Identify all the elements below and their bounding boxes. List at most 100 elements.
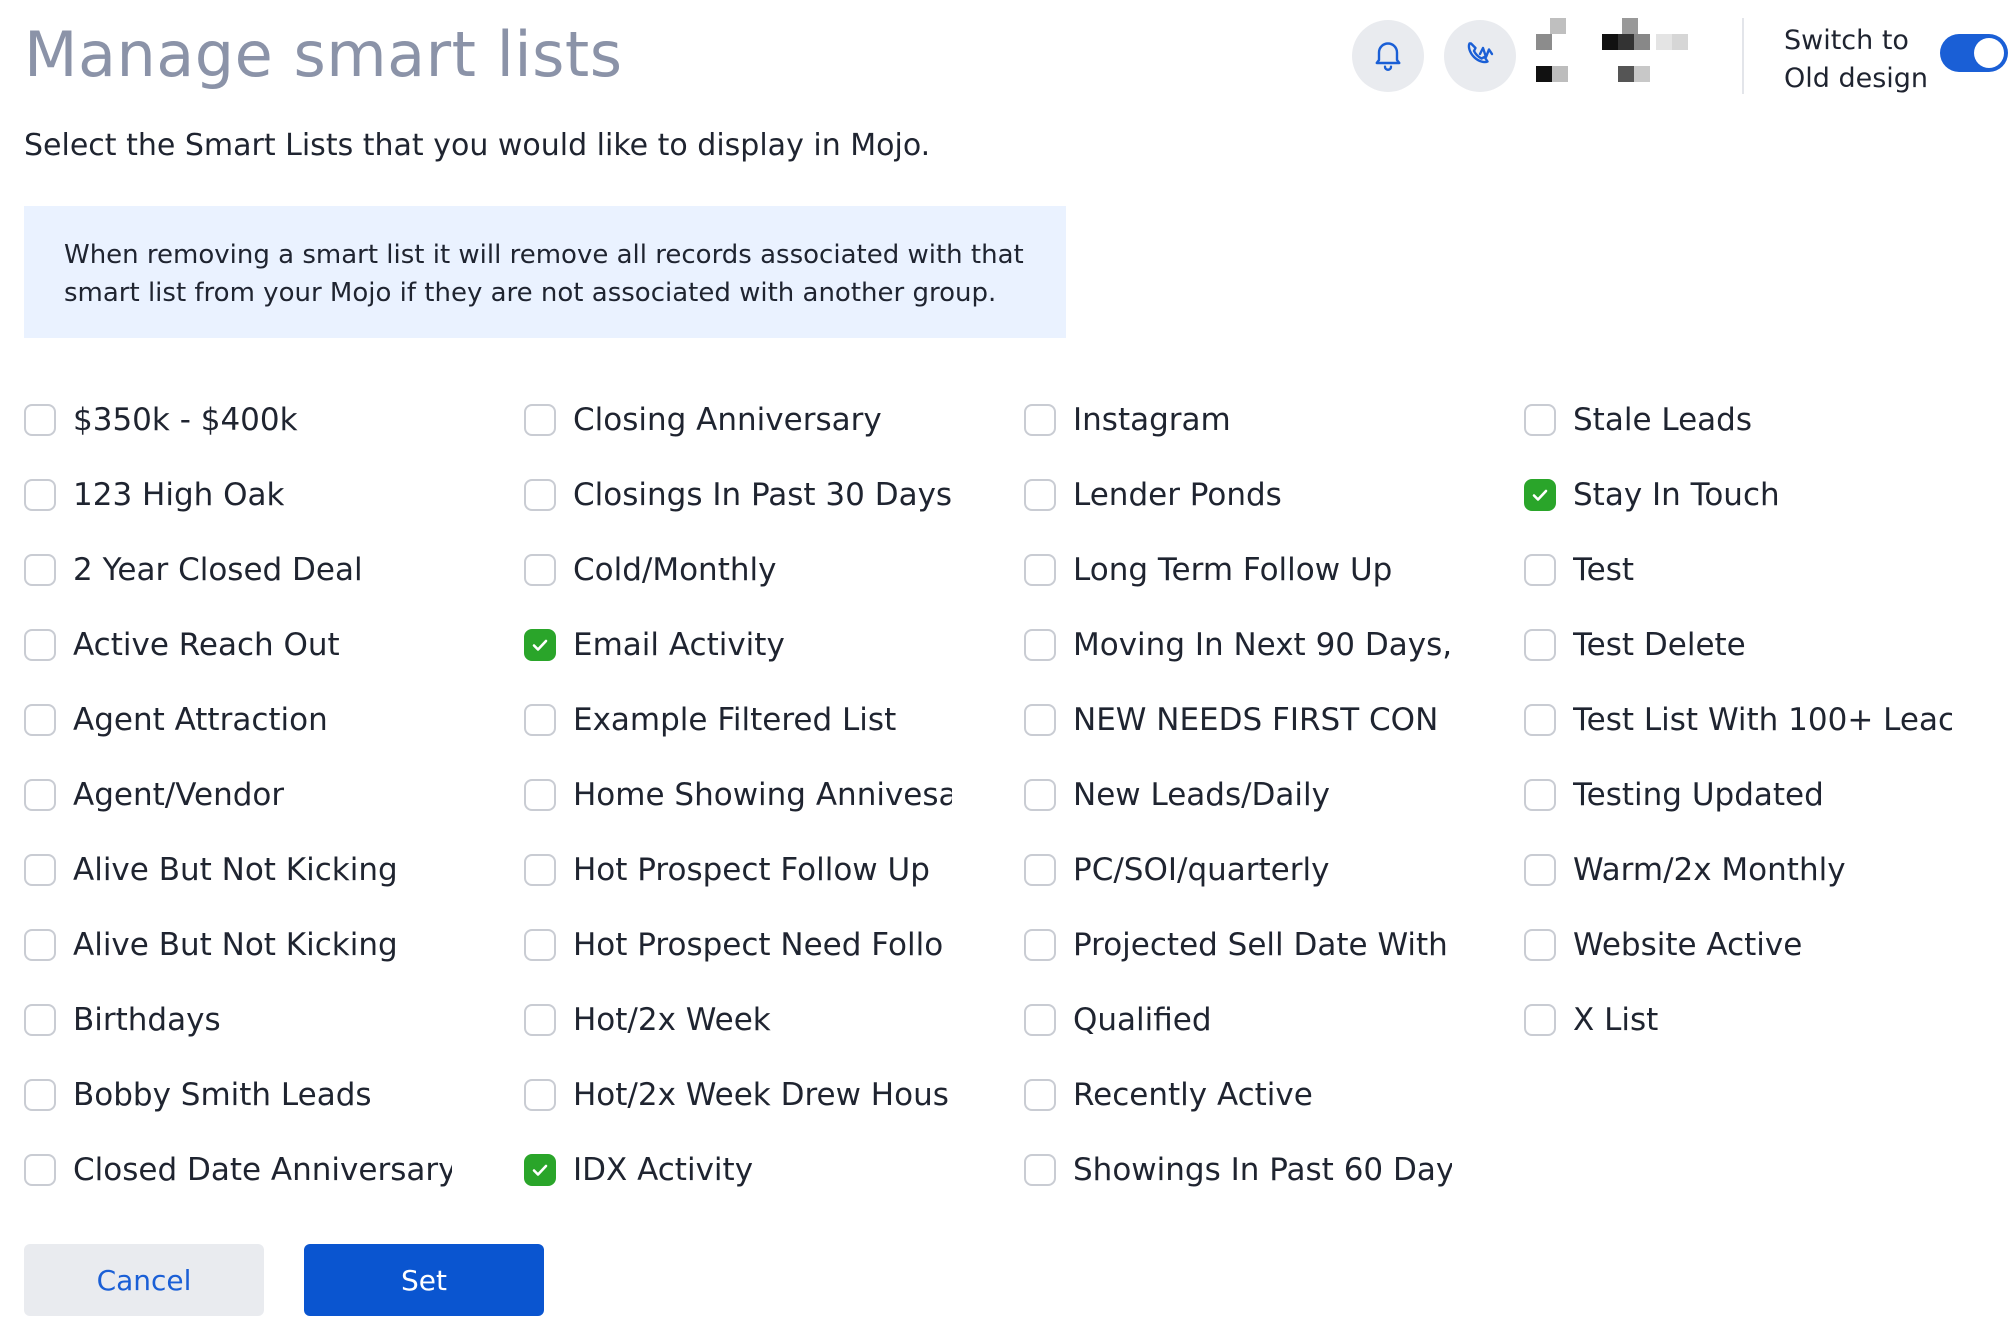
smart-list-item[interactable]: NEW NEEDS FIRST CON [1024, 682, 1452, 757]
smart-list-item[interactable]: Agent Attraction [24, 682, 452, 757]
smart-list-checkbox[interactable] [524, 703, 556, 736]
smart-list-checkbox[interactable] [524, 1078, 556, 1111]
smart-list-checkbox[interactable] [24, 403, 56, 436]
smart-list-item[interactable]: Warm/2x Monthly [1524, 832, 1952, 907]
smart-list-checkbox[interactable] [1524, 628, 1556, 661]
smart-list-checkbox[interactable] [1024, 628, 1056, 661]
smart-list-checkbox[interactable] [24, 853, 56, 886]
smart-list-item[interactable]: Testing Updated [1524, 757, 1952, 832]
smart-list-label: 123 High Oak [73, 476, 285, 513]
info-notice-text: When removing a smart list it will remov… [64, 240, 1024, 308]
smart-list-checkbox[interactable] [24, 553, 56, 586]
smart-list-item[interactable]: New Leads/Daily [1024, 757, 1452, 832]
smart-list-label: Qualified [1073, 1001, 1212, 1038]
smart-list-item[interactable]: Stale Leads [1524, 382, 1952, 457]
smart-list-checkbox[interactable] [1024, 778, 1056, 811]
smart-list-item[interactable]: Recently Active [1024, 1057, 1452, 1132]
smart-list-item[interactable]: X List [1524, 982, 1952, 1057]
smart-list-checkbox[interactable] [524, 778, 556, 811]
smart-list-column: Closing Anniversary Closings In Past 30 D… [524, 382, 984, 1207]
old-design-toggle[interactable] [1940, 34, 2008, 72]
smart-list-item[interactable]: 2 Year Closed Deal [24, 532, 452, 607]
smart-list-checkbox[interactable] [1024, 478, 1056, 511]
smart-list-item[interactable]: Example Filtered List [524, 682, 952, 757]
smart-list-item[interactable]: Hot/2x Week [524, 982, 952, 1057]
smart-list-item[interactable]: Alive But Not Kicking [24, 832, 452, 907]
header-divider [1742, 18, 1744, 94]
smart-list-item[interactable]: Alive But Not Kicking [24, 907, 452, 982]
smart-list-checkbox[interactable] [24, 778, 56, 811]
smart-list-checkbox[interactable] [524, 553, 556, 586]
smart-list-item[interactable]: Closed Date Anniversary [24, 1132, 452, 1207]
smart-list-checkbox[interactable] [24, 928, 56, 961]
smart-list-item[interactable]: 123 High Oak [24, 457, 452, 532]
smart-list-checkbox[interactable] [1524, 1003, 1556, 1036]
smart-list-checkbox[interactable] [1024, 553, 1056, 586]
smart-list-item[interactable]: Lender Ponds [1024, 457, 1452, 532]
smart-list-checkbox[interactable] [24, 1078, 56, 1111]
check-icon [1532, 489, 1548, 501]
smart-list-item[interactable]: Active Reach Out [24, 607, 452, 682]
smart-list-checkbox[interactable] [524, 628, 556, 661]
bell-icon [1370, 36, 1406, 77]
cancel-button[interactable]: Cancel [24, 1244, 264, 1316]
avatar[interactable] [1536, 18, 1706, 92]
smart-list-checkbox[interactable] [1024, 1153, 1056, 1186]
smart-list-item[interactable]: Projected Sell Date With [1024, 907, 1452, 982]
smart-list-item[interactable]: $350k - $400k [24, 382, 452, 457]
smart-list-checkbox[interactable] [1524, 478, 1556, 511]
smart-list-item[interactable]: Home Showing Annivesa [524, 757, 952, 832]
smart-list-item[interactable]: Agent/Vendor [24, 757, 452, 832]
smart-list-item[interactable]: Test List With 100+ Leac [1524, 682, 1952, 757]
smart-list-item[interactable]: PC/SOI/quarterly [1024, 832, 1452, 907]
smart-list-checkbox[interactable] [524, 478, 556, 511]
smart-list-checkbox[interactable] [24, 628, 56, 661]
smart-list-checkbox[interactable] [524, 1153, 556, 1186]
smart-list-checkbox[interactable] [524, 403, 556, 436]
smart-list-checkbox[interactable] [524, 853, 556, 886]
smart-list-item[interactable]: IDX Activity [524, 1132, 952, 1207]
smart-list-checkbox[interactable] [524, 1003, 556, 1036]
smart-list-item[interactable]: Showings In Past 60 Day [1024, 1132, 1452, 1207]
smart-list-item[interactable]: Closing Anniversary [524, 382, 952, 457]
smart-list-item[interactable]: Website Active [1524, 907, 1952, 982]
smart-list-item[interactable]: Long Term Follow Up [1024, 532, 1452, 607]
smart-list-checkbox[interactable] [24, 703, 56, 736]
dialer-button[interactable] [1444, 20, 1516, 92]
smart-list-checkbox[interactable] [1024, 928, 1056, 961]
smart-list-checkbox[interactable] [1024, 703, 1056, 736]
smart-list-item[interactable]: Hot/2x Week Drew Hous [524, 1057, 952, 1132]
smart-list-item[interactable]: Test Delete [1524, 607, 1952, 682]
smart-list-checkbox[interactable] [1024, 1003, 1056, 1036]
smart-list-checkbox[interactable] [524, 928, 556, 961]
smart-list-checkbox[interactable] [1524, 703, 1556, 736]
smart-list-item[interactable]: Hot Prospect Follow Up [524, 832, 952, 907]
smart-list-item[interactable]: Stay In Touch [1524, 457, 1952, 532]
smart-list-item[interactable]: Birthdays [24, 982, 452, 1057]
smart-list-item[interactable]: Bobby Smith Leads [24, 1057, 452, 1132]
smart-list-checkbox[interactable] [1524, 403, 1556, 436]
smart-list-checkbox[interactable] [1024, 1078, 1056, 1111]
smart-list-label: Warm/2x Monthly [1573, 851, 1846, 888]
smart-list-checkbox[interactable] [24, 478, 56, 511]
set-button[interactable]: Set [304, 1244, 544, 1316]
smart-list-checkbox[interactable] [1524, 553, 1556, 586]
smart-list-checkbox[interactable] [1024, 403, 1056, 436]
smart-list-item[interactable]: Hot Prospect Need Follo [524, 907, 952, 982]
smart-list-checkbox[interactable] [1024, 853, 1056, 886]
smart-list-item[interactable]: Moving In Next 90 Days, [1024, 607, 1452, 682]
smart-list-checkbox[interactable] [24, 1003, 56, 1036]
smart-list-checkbox[interactable] [24, 1153, 56, 1186]
smart-list-item[interactable]: Email Activity [524, 607, 952, 682]
smart-list-item[interactable]: Qualified [1024, 982, 1452, 1057]
smart-list-label: Long Term Follow Up [1073, 551, 1393, 588]
smart-list-item[interactable]: Test [1524, 532, 1952, 607]
smart-list-checkbox[interactable] [1524, 853, 1556, 886]
smart-list-item[interactable]: Cold/Monthly [524, 532, 952, 607]
smart-list-checkbox[interactable] [1524, 928, 1556, 961]
smart-list-column: Instagram Lender Ponds Long Term Follow Up… [1024, 382, 1484, 1207]
smart-list-item[interactable]: Instagram [1024, 382, 1452, 457]
notifications-button[interactable] [1352, 20, 1424, 92]
smart-list-item[interactable]: Closings In Past 30 Days [524, 457, 952, 532]
smart-list-checkbox[interactable] [1524, 778, 1556, 811]
